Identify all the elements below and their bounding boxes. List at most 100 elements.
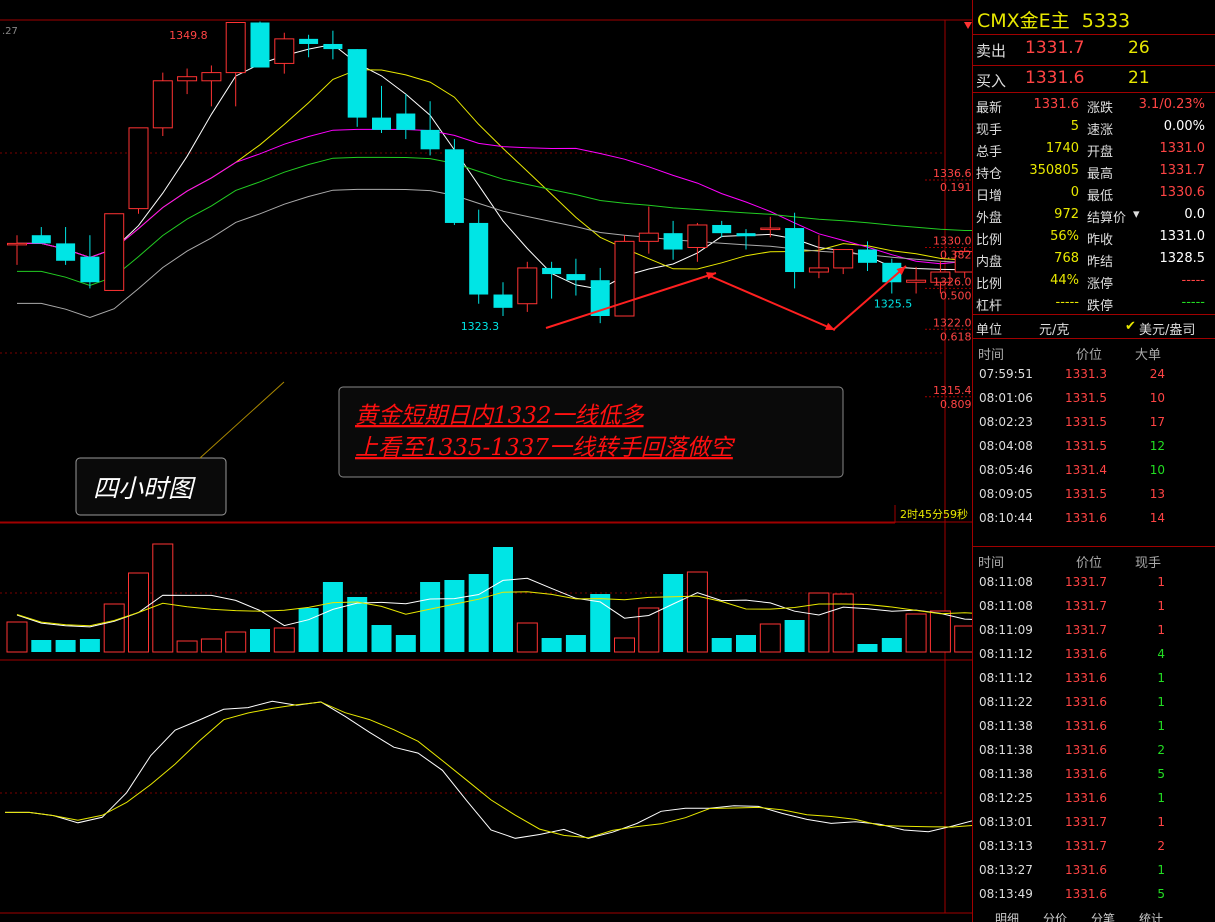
quote-value: 0: [1070, 185, 1079, 200]
candle-body: [638, 232, 659, 242]
row-time: 08:11:12: [979, 671, 1033, 685]
tick-row: 08:11:38 1331.6 5: [973, 762, 1215, 786]
row-volume: 1: [1157, 575, 1165, 589]
candle-body: [201, 72, 222, 82]
volume-bar: [468, 574, 489, 652]
candle-body: [299, 38, 319, 44]
row-volume: 13: [1149, 487, 1165, 501]
header-volume: 现手: [1135, 556, 1162, 571]
volume-bar: [857, 644, 878, 652]
volume-bar: [736, 635, 756, 652]
dropdown-icon: ▾: [1133, 207, 1140, 222]
candle-label: 1349.8: [169, 29, 208, 42]
annotation-box: [338, 386, 844, 478]
row-price: 1331.5: [1065, 391, 1107, 405]
countdown-label: 2时45分59秒: [900, 507, 968, 521]
quote-value: 350805: [1029, 163, 1079, 178]
quote-value: 3.1/0.23%: [1138, 97, 1205, 112]
quote-label: 外盘: [976, 211, 1003, 226]
unit-option-yuan[interactable]: 元/克: [1039, 319, 1069, 338]
quote-value: 1331.7: [1159, 163, 1206, 178]
big-order-row: 08:05:46 1331.4 10: [973, 458, 1215, 482]
quote-label: 杠杆: [976, 299, 1003, 314]
volume-bar: [808, 592, 830, 653]
tick-row: 08:13:13 1331.7 2: [973, 834, 1215, 858]
candle-body: [444, 149, 464, 223]
quote-label: 比例: [976, 277, 1003, 292]
big-order-row: 07:59:51 1331.3 24: [973, 362, 1215, 386]
tab-price[interactable]: 分价: [1043, 910, 1067, 922]
ma40-line: [17, 156, 972, 287]
row-price: 1331.7: [1065, 815, 1107, 829]
quote-value: -----: [1181, 273, 1205, 288]
row-time: 08:11:08: [979, 599, 1033, 613]
fib-price: 1315.4: [933, 384, 972, 397]
unit-option-usd[interactable]: 美元/盎司: [1139, 319, 1195, 338]
volume-bar: [371, 625, 392, 652]
tab-detail[interactable]: 明细: [995, 910, 1019, 922]
fib-ratio: 0.618: [940, 330, 972, 343]
candle-body: [347, 49, 367, 118]
candle-body: [833, 249, 854, 269]
row-price: 1331.6: [1065, 791, 1107, 805]
candle-body: [906, 279, 927, 283]
volume-bar: [152, 543, 174, 653]
fib-price: 1322.0: [933, 316, 972, 329]
row-volume: 14: [1149, 511, 1165, 525]
row-volume: 17: [1149, 415, 1165, 429]
quote-label: 速涨: [1087, 123, 1114, 138]
table-header: 时间 价位 现手: [973, 550, 1215, 571]
annotation-text: 黄金短期日内1332一线低多: [355, 403, 645, 429]
volume-bar: [250, 629, 270, 652]
quote-value: 0.00%: [1163, 119, 1205, 134]
row-volume: 1: [1157, 671, 1165, 685]
quote-value: 1331.0: [1159, 229, 1206, 244]
volume-bar: [929, 610, 951, 653]
volume-bar: [6, 621, 28, 653]
row-volume: 1: [1157, 695, 1165, 709]
candle-body: [372, 117, 391, 130]
tick-row: 08:13:49 1331.6 5: [973, 882, 1215, 906]
tab-stats[interactable]: 统计: [1139, 910, 1163, 922]
volume-bar: [954, 625, 972, 653]
candle-body: [858, 249, 877, 263]
row-time: 08:11:38: [979, 719, 1033, 733]
candle-body: [469, 222, 489, 295]
header-price: 价位: [1076, 348, 1103, 363]
row-time: 08:09:05: [979, 487, 1033, 501]
candle-body: [760, 227, 781, 231]
callout-line: [199, 381, 285, 459]
tab-trades[interactable]: 分笔: [1091, 910, 1115, 922]
header-price: 价位: [1076, 556, 1103, 571]
row-price: 1331.6: [1065, 695, 1107, 709]
candle-body: [31, 235, 51, 244]
instrument-title: CMX金E主 5333: [977, 10, 1131, 32]
row-time: 08:11:22: [979, 695, 1033, 709]
fib-ratio: 0.500: [940, 289, 972, 302]
candle-body: [663, 233, 683, 250]
tick-row: 08:11:12 1331.6 4: [973, 642, 1215, 666]
volume-bar: [103, 603, 125, 653]
quote-value: 972: [1054, 207, 1079, 222]
row-time: 08:12:25: [979, 791, 1033, 805]
candle-body: [250, 22, 270, 68]
quote-label: 总手: [976, 145, 1003, 160]
table-header: 时间 价位 大单: [973, 342, 1215, 363]
fib-ratio: 0.191: [940, 181, 972, 194]
row-time: 08:11:09: [979, 623, 1033, 637]
quote-row: 现手 5 速涨 0.00%: [973, 116, 1215, 138]
row-volume: 1: [1157, 815, 1165, 829]
row-time: 08:11:38: [979, 767, 1033, 781]
tick-row: 08:13:01 1331.7 1: [973, 810, 1215, 834]
big-order-row: 08:10:44 1331.6 14: [973, 506, 1215, 530]
candle-body: [225, 22, 246, 74]
row-price: 1331.4: [1065, 463, 1107, 477]
row-price: 1331.6: [1065, 887, 1107, 901]
quote-label: 涨跌: [1087, 101, 1114, 116]
row-price: 1331.7: [1065, 623, 1107, 637]
candle-body: [736, 233, 756, 237]
candle-body: [420, 129, 440, 150]
header-time: 时间: [978, 556, 1005, 571]
quote-label: 跌停: [1087, 299, 1114, 314]
quote-value: -----: [1181, 295, 1205, 310]
